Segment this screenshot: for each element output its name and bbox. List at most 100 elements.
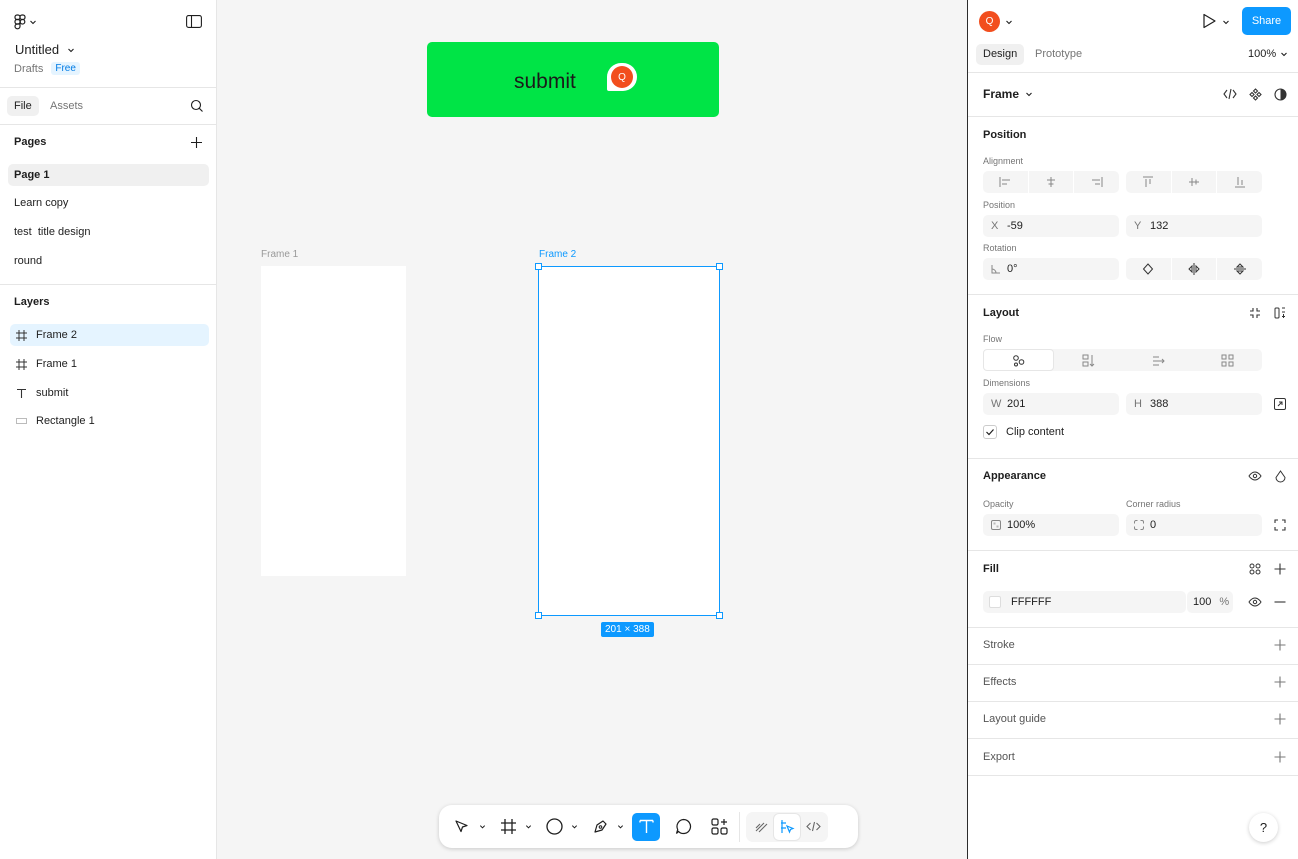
resize-handle[interactable] [535,612,542,619]
submit-button-element[interactable]: submit Q [427,42,719,117]
frame-2-selected[interactable] [535,263,723,619]
height-value: 388 [1150,398,1169,410]
corner-radius-field[interactable]: 0 [1126,514,1262,536]
sidebar-toggle-icon[interactable] [186,15,202,29]
present-button[interactable] [1201,13,1217,29]
submit-text[interactable]: submit [514,70,576,94]
page-item-page-1[interactable]: Page 1 [8,164,209,186]
resize-handle[interactable] [716,612,723,619]
shape-tool[interactable] [540,813,568,841]
add-export-icon[interactable] [1269,746,1291,768]
width-field[interactable]: W 201 [983,393,1119,415]
contrast-icon[interactable] [1269,83,1291,105]
remove-fill-icon[interactable] [1269,591,1291,613]
rotate-90-icon[interactable] [1126,258,1172,280]
dev-mode-button[interactable] [800,814,826,840]
add-effect-icon[interactable] [1269,671,1291,693]
resize-handle[interactable] [535,263,542,270]
comment-pin[interactable]: Q [607,63,637,91]
chevron-down-icon[interactable] [1222,18,1230,26]
layer-item-rectangle-1[interactable]: Rectangle 1 [10,410,209,432]
page-item-test-title-design[interactable]: test title design [8,221,209,243]
flip-vertical-icon[interactable] [1217,258,1262,280]
constrain-proportions-icon[interactable] [1269,393,1291,415]
tab-assets[interactable]: Assets [43,96,90,116]
collapse-icon[interactable] [1244,302,1266,324]
align-bottom-icon[interactable] [1217,171,1262,193]
frame-2-label[interactable]: Frame 2 [539,249,576,260]
blend-mode-icon[interactable] [1269,465,1291,487]
align-left-icon[interactable] [983,171,1029,193]
selection-type-dropdown[interactable]: Frame [983,87,1033,101]
horizontal-flow-icon[interactable] [1124,349,1193,371]
frame-tool-caret[interactable] [522,813,534,841]
independent-corners-icon[interactable] [1269,514,1291,536]
eye-icon[interactable] [1244,591,1266,613]
fill-color-field[interactable]: FFFFFF [983,591,1186,613]
clip-content-checkbox[interactable]: Clip content [983,425,1064,439]
fill-opacity-field[interactable]: 100 % [1187,591,1233,613]
drafts-link[interactable]: Drafts [14,63,43,75]
flip-horizontal-icon[interactable] [1172,258,1218,280]
shape-tool-caret[interactable] [568,813,580,841]
main-menu-button[interactable] [14,14,37,30]
add-stroke-icon[interactable] [1269,634,1291,656]
add-fill-icon[interactable] [1269,558,1291,580]
right-panel: Q Share Design Prototype 100% Frame Posi… [967,0,1298,859]
code-icon[interactable] [1219,83,1241,105]
draw-mode-button[interactable] [748,814,774,840]
layer-item-frame-2[interactable]: Frame 2 [10,324,209,346]
share-button[interactable]: Share [1242,7,1291,35]
tab-file[interactable]: File [7,96,39,116]
bottom-toolbar [439,805,858,848]
styles-icon[interactable] [1244,558,1266,580]
component-icon[interactable] [1244,83,1266,105]
chevron-down-icon[interactable] [1005,18,1013,26]
user-avatar[interactable]: Q [979,11,1000,32]
page-item-learn-copy[interactable]: Learn copy [8,192,209,214]
x-position-field[interactable]: X -59 [983,215,1119,237]
move-tool-caret[interactable] [476,813,488,841]
frame-1-label[interactable]: Frame 1 [261,249,298,260]
align-center-h-icon[interactable] [1029,171,1075,193]
align-top-icon[interactable] [1126,171,1172,193]
tab-design[interactable]: Design [976,44,1025,65]
align-middle-icon[interactable] [1172,171,1218,193]
layer-item-submit[interactable]: submit [10,382,209,404]
canvas[interactable]: submit Q Frame 1 Frame 2 201 × 388 [217,0,967,859]
tab-prototype[interactable]: Prototype [1035,44,1082,65]
actions-tool[interactable] [705,813,733,841]
rotation-label: Rotation [983,243,1017,253]
resize-handle[interactable] [716,263,723,270]
add-layout-guide-icon[interactable] [1269,708,1291,730]
comment-tool[interactable] [669,813,697,841]
zoom-dropdown[interactable]: 100% [1248,48,1288,60]
eye-icon[interactable] [1244,465,1266,487]
chevron-down-icon [1026,92,1032,97]
search-icon[interactable] [190,99,204,113]
plan-badge[interactable]: Free [51,62,80,75]
y-position-field[interactable]: Y 132 [1126,215,1262,237]
rotation-field[interactable]: 0° [983,258,1119,280]
frame-tool[interactable] [494,813,522,841]
move-tool[interactable] [448,813,476,841]
pen-tool[interactable] [586,813,614,841]
layout-grid-icon[interactable] [1269,302,1291,324]
vertical-flow-icon[interactable] [1054,349,1123,371]
help-button[interactable]: ? [1249,813,1278,842]
fill-swatch[interactable] [989,596,1001,608]
file-title[interactable]: Untitled [15,42,75,57]
layer-item-frame-1[interactable]: Frame 1 [10,353,209,375]
add-page-icon[interactable] [190,136,203,149]
height-field[interactable]: H 388 [1126,393,1262,415]
page-item-round[interactable]: round [8,250,209,272]
grid-flow-icon[interactable] [1193,349,1262,371]
text-icon [10,388,32,399]
frame-1[interactable] [261,266,406,576]
design-mode-button[interactable] [774,813,800,840]
align-right-icon[interactable] [1074,171,1119,193]
text-tool[interactable] [632,812,660,841]
opacity-field[interactable]: 100% [983,514,1119,536]
freeform-icon[interactable] [983,349,1055,371]
pen-tool-caret[interactable] [614,813,626,841]
